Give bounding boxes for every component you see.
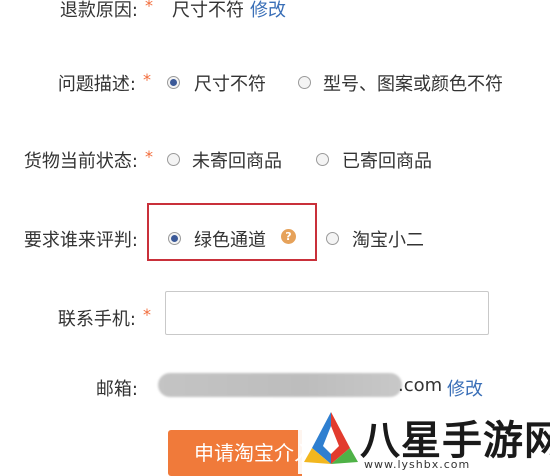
arbitrator-option-taobao-staff: 淘宝小二 [352,230,424,251]
help-icon[interactable]: ? [281,229,296,244]
goods-radio-not-returned[interactable] [167,153,180,166]
watermark-logo-icon [301,406,361,464]
refund-reason-label: 退款原因: [59,0,138,21]
contact-phone-required-mark: * [143,305,151,324]
watermark-site-url: www.lyshbx.com [364,458,471,471]
refund-reason-required-mark: * [145,0,153,15]
goods-status-required-mark: * [145,147,153,166]
goods-option-not-returned: 未寄回商品 [192,151,282,172]
email-label: 邮箱: [95,379,138,400]
problem-radio-size-mismatch[interactable] [167,76,180,89]
arbitrator-radio-green-channel[interactable] [168,232,181,245]
goods-status-label: 货物当前状态: [23,151,138,172]
apply-taobao-intervention-button[interactable]: 申请淘宝介入 [168,430,302,476]
watermark: 八星手游网 www.lyshbx.com [298,402,550,474]
problem-option-model-mismatch: 型号、图案或颜色不符 [323,74,503,95]
problem-description-required-mark: * [143,70,151,89]
refund-reason-value: 尺寸不符 [172,0,244,21]
contact-phone-input[interactable] [165,291,489,335]
email-domain-suffix: .com [398,375,443,396]
email-redacted [158,373,402,397]
goods-radio-returned[interactable] [316,153,329,166]
arbitrator-option-green-channel: 绿色通道 [194,230,266,251]
goods-option-returned: 已寄回商品 [342,151,432,172]
problem-option-size-mismatch: 尺寸不符 [194,74,266,95]
email-edit-link[interactable]: 修改 [447,375,483,401]
contact-phone-label: 联系手机: [57,309,136,330]
refund-reason-edit-link[interactable]: 修改 [250,0,286,22]
arbitrator-label: 要求谁来评判: [23,230,138,251]
arbitrator-radio-taobao-staff[interactable] [326,232,339,245]
problem-description-label: 问题描述: [57,74,136,95]
problem-radio-model-mismatch[interactable] [298,76,311,89]
